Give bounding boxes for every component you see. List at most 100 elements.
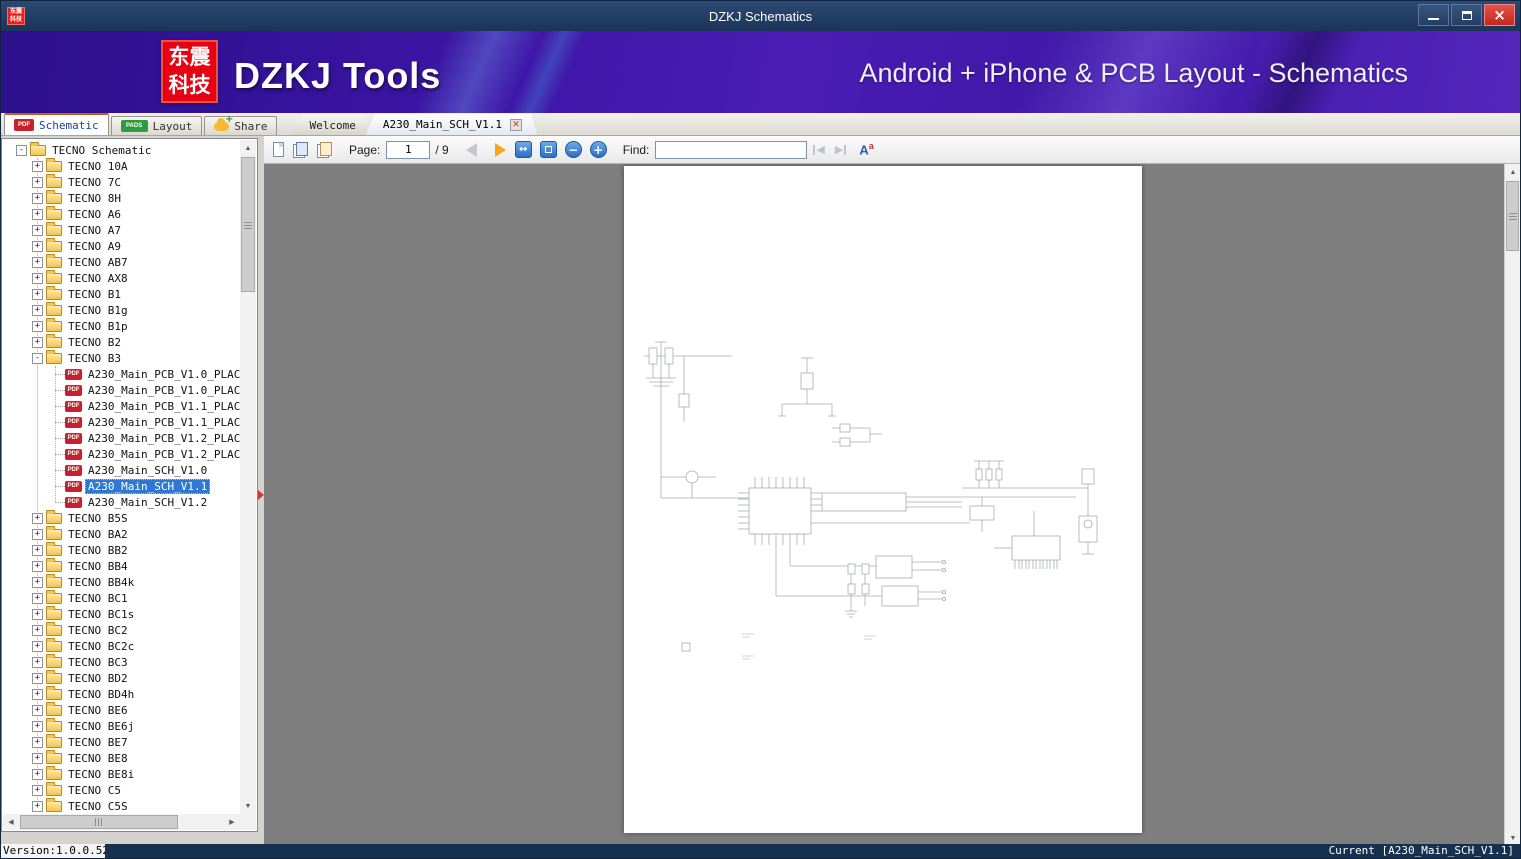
expand-toggle-icon[interactable]: + <box>32 192 43 204</box>
tree-item-folder[interactable]: + TECNO BC1 <box>3 589 240 606</box>
next-page-icon[interactable] <box>494 142 506 157</box>
tree-vertical-scrollbar[interactable]: ▲ ▼ <box>240 140 256 814</box>
document-vertical-scrollbar[interactable]: ▲ ▼ <box>1504 164 1520 846</box>
scroll-down-icon[interactable]: ▼ <box>240 798 256 814</box>
expand-toggle-icon[interactable]: + <box>32 624 43 636</box>
expand-toggle-icon[interactable]: + <box>32 768 43 780</box>
tree-item-folder[interactable]: + TECNO BD2 <box>3 669 240 686</box>
expand-toggle-icon[interactable]: + <box>32 592 43 604</box>
scroll-right-icon[interactable]: ▶ <box>224 814 240 830</box>
expand-toggle-icon[interactable]: + <box>32 720 43 732</box>
tree-item-file[interactable]: PDF A230_Main_PCB_V1.0_PLACEM <box>3 366 240 382</box>
expand-toggle-icon[interactable]: + <box>32 640 43 652</box>
tree-item-folder[interactable]: - TECNO B3 <box>3 349 240 366</box>
tree-item-file[interactable]: PDF A230_Main_SCH_V1.2 <box>3 494 240 510</box>
collapse-toggle-icon[interactable]: - <box>16 144 27 156</box>
single-page-view-icon[interactable] <box>273 142 284 157</box>
expand-toggle-icon[interactable]: + <box>32 752 43 764</box>
tree-item-folder[interactable]: + TECNO AX8 <box>3 269 240 286</box>
expand-toggle-icon[interactable]: + <box>32 544 43 556</box>
expand-toggle-icon[interactable]: + <box>32 160 43 172</box>
tree-item-folder[interactable]: + TECNO B1g <box>3 301 240 318</box>
tree-item-folder[interactable]: + TECNO BB4k <box>3 573 240 590</box>
tree-item-file[interactable]: PDF A230_Main_SCH_V1.0 <box>3 462 240 478</box>
maximize-button[interactable] <box>1451 4 1482 26</box>
tree-item-folder[interactable]: + TECNO B5S <box>3 509 240 526</box>
multi-page-view-icon[interactable] <box>317 141 332 158</box>
tree-root-item[interactable]: - TECNO Schematic <box>3 141 240 158</box>
find-previous-icon[interactable]: ◀ <box>812 143 825 156</box>
tree-item-folder[interactable]: + TECNO A9 <box>3 237 240 254</box>
match-case-icon[interactable]: Aa <box>859 141 873 157</box>
collapse-toggle-icon[interactable]: - <box>32 352 43 364</box>
fit-width-icon[interactable]: ↔ <box>514 141 532 158</box>
minimize-button[interactable] <box>1418 4 1449 26</box>
tree-item-folder[interactable]: + TECNO B1 <box>3 285 240 302</box>
tree-item-file[interactable]: PDF A230_Main_PCB_V1.1_PLACEM <box>3 414 240 430</box>
tab-schematic[interactable]: PDF Schematic <box>4 113 109 135</box>
expand-toggle-icon[interactable]: + <box>32 784 43 796</box>
tree-item-folder[interactable]: + TECNO C5S <box>3 797 240 814</box>
scroll-up-icon[interactable]: ▲ <box>240 140 256 156</box>
scroll-up-icon[interactable]: ▲ <box>1505 164 1520 180</box>
tree-item-folder[interactable]: + TECNO 10A <box>3 157 240 174</box>
tree-item-file[interactable]: PDF A230_Main_PCB_V1.0_PLACEM <box>3 382 240 398</box>
tree-item-folder[interactable]: + TECNO BD4h <box>3 685 240 702</box>
previous-page-icon[interactable] <box>465 142 477 157</box>
expand-toggle-icon[interactable]: + <box>32 736 43 748</box>
tree-item-folder[interactable]: + TECNO C5 <box>3 781 240 798</box>
expand-toggle-icon[interactable]: + <box>32 256 43 268</box>
tree-item-folder[interactable]: + TECNO BE6j <box>3 717 240 734</box>
expand-toggle-icon[interactable]: + <box>32 800 43 812</box>
tab-layout[interactable]: PADS Layout <box>110 116 203 135</box>
expand-toggle-icon[interactable]: + <box>32 288 43 300</box>
tree-item-folder[interactable]: + TECNO BE6 <box>3 701 240 718</box>
close-button[interactable]: × <box>1484 4 1515 26</box>
zoom-in-icon[interactable]: + <box>589 141 607 158</box>
scrollbar-thumb[interactable] <box>1506 181 1519 251</box>
scrollbar-thumb[interactable] <box>241 157 255 292</box>
expand-toggle-icon[interactable]: + <box>32 272 43 284</box>
tree-item-folder[interactable]: + TECNO BE8i <box>3 765 240 782</box>
tree-item-folder[interactable]: + TECNO BC1s <box>3 605 240 622</box>
fit-page-icon[interactable] <box>539 141 557 158</box>
expand-toggle-icon[interactable]: + <box>32 672 43 684</box>
expand-toggle-icon[interactable]: + <box>32 560 43 572</box>
tree-item-folder[interactable]: + TECNO BC3 <box>3 653 240 670</box>
expand-toggle-icon[interactable]: + <box>32 336 43 348</box>
tree-item-folder[interactable]: + TECNO 7C <box>3 173 240 190</box>
tree-item-folder[interactable]: + TECNO 8H <box>3 189 240 206</box>
tree-item-file[interactable]: PDF A230_Main_SCH_V1.1 <box>3 478 240 494</box>
expand-toggle-icon[interactable]: + <box>32 304 43 316</box>
expand-toggle-icon[interactable]: + <box>32 240 43 252</box>
find-next-icon[interactable]: ▶ <box>835 143 847 156</box>
doc-tab-welcome[interactable]: Welcome <box>292 115 370 135</box>
expand-toggle-icon[interactable]: + <box>32 512 43 524</box>
tree-item-folder[interactable]: + TECNO BC2 <box>3 621 240 638</box>
expand-toggle-icon[interactable]: + <box>32 208 43 220</box>
tree-item-folder[interactable]: + TECNO AB7 <box>3 253 240 270</box>
tree-horizontal-scrollbar[interactable]: ◀ ▶ <box>3 814 240 830</box>
tree-item-folder[interactable]: + TECNO A6 <box>3 205 240 222</box>
expand-toggle-icon[interactable]: + <box>32 224 43 236</box>
scrollbar-thumb[interactable] <box>20 815 178 829</box>
tree-item-folder[interactable]: + TECNO B2 <box>3 333 240 350</box>
expand-toggle-icon[interactable]: + <box>32 320 43 332</box>
expand-toggle-icon[interactable]: + <box>32 656 43 668</box>
expand-toggle-icon[interactable]: + <box>32 576 43 588</box>
scroll-left-icon[interactable]: ◀ <box>3 814 19 830</box>
tab-close-icon[interactable]: ✕ <box>510 119 522 131</box>
tree-item-file[interactable]: PDF A230_Main_PCB_V1.2_PLACEM <box>3 430 240 446</box>
tree-item-file[interactable]: PDF A230_Main_PCB_V1.1_PLACEM <box>3 398 240 414</box>
tree-item-folder[interactable]: + TECNO BE8 <box>3 749 240 766</box>
tree-item-folder[interactable]: + TECNO BE7 <box>3 733 240 750</box>
expand-toggle-icon[interactable]: + <box>32 608 43 620</box>
expand-toggle-icon[interactable]: + <box>32 176 43 188</box>
expand-toggle-icon[interactable]: + <box>32 528 43 540</box>
zoom-out-icon[interactable]: − <box>564 141 582 158</box>
page-number-input[interactable] <box>386 140 431 159</box>
tree-item-file[interactable]: PDF A230_Main_PCB_V1.2_PLACEM <box>3 446 240 462</box>
tree-item-folder[interactable]: + TECNO B1p <box>3 317 240 334</box>
tree-item-folder[interactable]: + TECNO A7 <box>3 221 240 238</box>
expand-toggle-icon[interactable]: + <box>32 704 43 716</box>
